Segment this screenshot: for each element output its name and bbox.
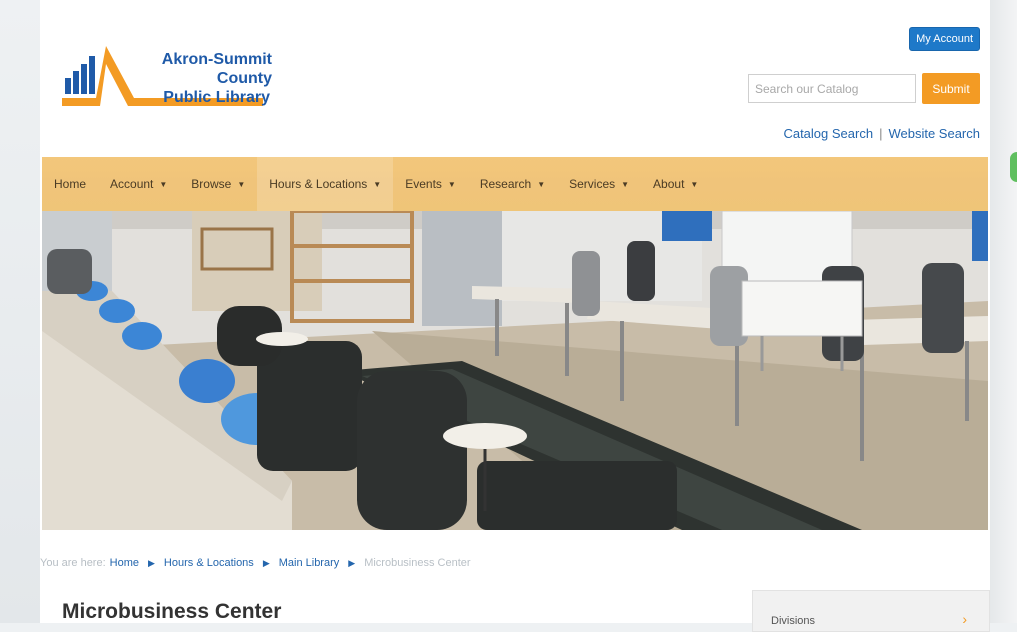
breadcrumb: You are here: Home ▶ Hours & Locations ▶…	[40, 557, 471, 569]
catalog-search-link[interactable]: Catalog Search	[783, 126, 873, 141]
website-search-link[interactable]: Website Search	[888, 126, 980, 141]
nav-item-label: Services	[569, 177, 616, 191]
page-edge-shade	[990, 0, 1017, 623]
main-nav: Home Account ▼ Browse ▼ Hours & Location…	[42, 157, 988, 211]
hero-image	[42, 211, 988, 530]
nav-item-label: Events	[405, 177, 442, 191]
breadcrumb-prefix: You are here:	[40, 557, 106, 569]
nav-item-research[interactable]: Research ▼	[468, 157, 557, 211]
nav-item-label: About	[653, 177, 685, 191]
nav-item-label: Home	[54, 177, 87, 191]
my-account-button[interactable]: My Account	[909, 27, 980, 51]
caret-down-icon: ▼	[621, 179, 630, 189]
breadcrumb-main-library[interactable]: Main Library	[279, 557, 340, 569]
logo-line-1: Akron-Summit County	[161, 51, 272, 87]
catalog-search-input[interactable]	[748, 74, 916, 103]
submit-button[interactable]: Submit	[922, 73, 980, 104]
nav-item-label: Research	[479, 177, 532, 191]
breadcrumb-arrow-icon: ▶	[148, 557, 155, 568]
breadcrumb-home[interactable]: Home	[110, 557, 139, 569]
nav-item-about[interactable]: About ▼	[641, 157, 710, 211]
divisions-label: Divisions	[771, 615, 816, 627]
search-link-separator: |	[879, 126, 883, 141]
logo-line-2: Public Library	[163, 89, 270, 106]
nav-item-account[interactable]: Account ▼	[98, 157, 179, 211]
nav-item-label: Hours & Locations	[269, 177, 368, 191]
logo-text: Akron-Summit County Public Library	[146, 50, 272, 107]
caret-down-icon: ▼	[537, 179, 546, 189]
divisions-menu[interactable]: Divisions ›	[752, 590, 990, 632]
caret-down-icon: ▼	[159, 179, 168, 189]
nav-item-label: Browse	[191, 177, 232, 191]
breadcrumb-hours-locations[interactable]: Hours & Locations	[164, 557, 254, 569]
caret-down-icon: ▼	[237, 179, 246, 189]
caret-down-icon: ▼	[373, 179, 382, 189]
breadcrumb-arrow-icon: ▶	[262, 557, 270, 568]
page-title: Microbusiness Center	[62, 600, 282, 623]
nav-item-hours-locations[interactable]: Hours & Locations ▼	[257, 157, 394, 211]
library-logo[interactable]: Akron-Summit County Public Library	[62, 38, 272, 110]
nav-item-label: Account	[110, 177, 154, 191]
caret-down-icon: ▼	[447, 179, 456, 189]
page-container: Akron-Summit County Public Library My Ac…	[40, 0, 990, 632]
nav-item-services[interactable]: Services ▼	[557, 157, 641, 211]
chevron-right-icon: ›	[962, 611, 967, 627]
breadcrumb-arrow-icon: ▶	[348, 557, 356, 568]
feedback-tab[interactable]	[1010, 152, 1017, 182]
catalog-search-form: Submit	[748, 73, 980, 104]
search-type-links: Catalog Search | Website Search	[783, 126, 980, 141]
breadcrumb-current: Microbusiness Center	[364, 557, 471, 569]
nav-item-home[interactable]: Home	[42, 157, 98, 211]
caret-down-icon: ▼	[690, 179, 699, 189]
workspace-photo-illustration	[42, 211, 988, 530]
nav-item-events[interactable]: Events ▼	[393, 157, 468, 211]
nav-item-browse[interactable]: Browse ▼	[179, 157, 257, 211]
